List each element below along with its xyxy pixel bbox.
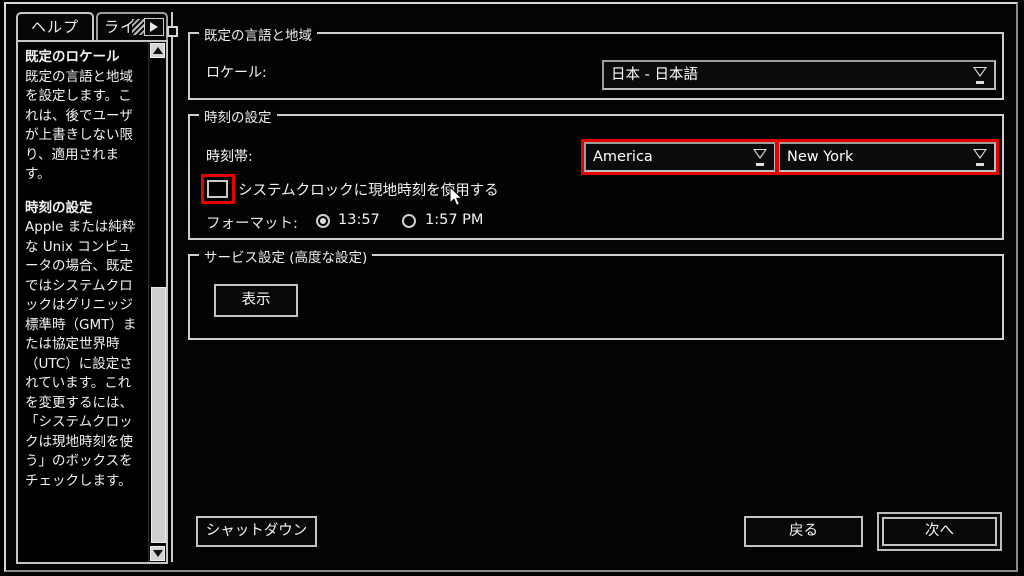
locale-groupbox: 既定の言語と地域 ロケール: 日本 - 日本語	[188, 24, 1004, 100]
time-groupbox-title: 時刻の設定	[199, 106, 277, 126]
help-scrollbar[interactable]	[148, 42, 166, 562]
chevron-down-icon[interactable]	[973, 67, 987, 84]
timezone-city-value: New York	[787, 149, 854, 165]
timezone-label: 時刻帯:	[206, 149, 253, 165]
format-radio-24h[interactable]	[316, 214, 330, 228]
help-text-content: 既定のロケール 既定の言語と地域を設定します。これは、後でユーザが上書きしない限…	[18, 42, 148, 562]
pane-splitter[interactable]	[167, 12, 178, 562]
next-button[interactable]: 次へ	[877, 512, 1002, 551]
timezone-region-combo[interactable]: America	[584, 142, 776, 172]
help-body-locale: 既定の言語と地域を設定します。これは、後でユーザが上書きしない限り、適用されます…	[25, 68, 133, 183]
settings-panel: 既定の言語と地域 ロケール: 日本 - 日本語 時刻の設定 時刻帯: Ameri…	[182, 10, 1008, 566]
chevron-down-icon[interactable]	[753, 149, 767, 166]
help-heading-locale: 既定のロケール	[25, 49, 120, 65]
next-button-label: 次へ	[882, 517, 997, 546]
scroll-down-arrow-icon[interactable]	[150, 546, 165, 561]
installer-window: ヘルプ ライ 既定のロケール 既定の言語と地域を設定します。これは、後でユーザが…	[4, 2, 1018, 572]
locale-groupbox-title: 既定の言語と地域	[199, 24, 317, 44]
help-spacer	[25, 185, 142, 199]
help-heading-time: 時刻の設定	[25, 199, 93, 216]
format-radio-24h-label[interactable]: 13:57	[338, 212, 380, 228]
chevron-down-icon[interactable]	[973, 149, 987, 166]
timezone-region-value: America	[593, 149, 653, 165]
locale-combo[interactable]: 日本 - 日本語	[602, 60, 996, 90]
locale-combo-value: 日本 - 日本語	[611, 67, 698, 83]
format-radio-12h[interactable]	[402, 214, 416, 228]
tab-strip: ヘルプ ライ	[16, 12, 168, 42]
localtime-checkbox[interactable]	[207, 180, 228, 198]
help-body-time: Apple または純粋な Unix コンピュータの場合、既定ではシステムクロック…	[25, 219, 137, 489]
service-groupbox-title: サービス設定 (高度な設定)	[199, 246, 373, 266]
window-content: ヘルプ ライ 既定のロケール 既定の言語と地域を設定します。これは、後でユーザが…	[6, 4, 1016, 570]
splitter-grip-handle[interactable]	[167, 26, 178, 37]
shutdown-button[interactable]: シャットダウン	[196, 516, 317, 547]
splitter-bar	[171, 12, 173, 562]
tab-scroll-right-icon[interactable]	[144, 18, 164, 36]
scrollbar-thumb[interactable]	[151, 287, 166, 543]
service-settings-groupbox: サービス設定 (高度な設定) 表示	[188, 246, 1004, 340]
format-radio-12h-label[interactable]: 1:57 PM	[425, 212, 483, 228]
show-services-button[interactable]: 表示	[214, 284, 298, 317]
format-label: フォーマット:	[206, 216, 298, 232]
help-body: 既定のロケール 既定の言語と地域を設定します。これは、後でユーザが上書きしない限…	[16, 40, 168, 564]
tab-help[interactable]: ヘルプ	[16, 12, 94, 42]
help-pane: ヘルプ ライ 既定のロケール 既定の言語と地域を設定します。これは、後でユーザが…	[16, 8, 168, 564]
locale-label: ロケール:	[206, 65, 267, 81]
back-button[interactable]: 戻る	[744, 516, 863, 547]
scroll-up-arrow-icon[interactable]	[150, 43, 165, 58]
time-settings-groupbox: 時刻の設定 時刻帯: America New York システムクロックに現地時…	[188, 106, 1004, 240]
scrollbar-track[interactable]	[150, 59, 166, 545]
localtime-checkbox-label[interactable]: システムクロックに現地時刻を使用する	[238, 179, 499, 200]
timezone-city-combo[interactable]: New York	[778, 142, 996, 172]
